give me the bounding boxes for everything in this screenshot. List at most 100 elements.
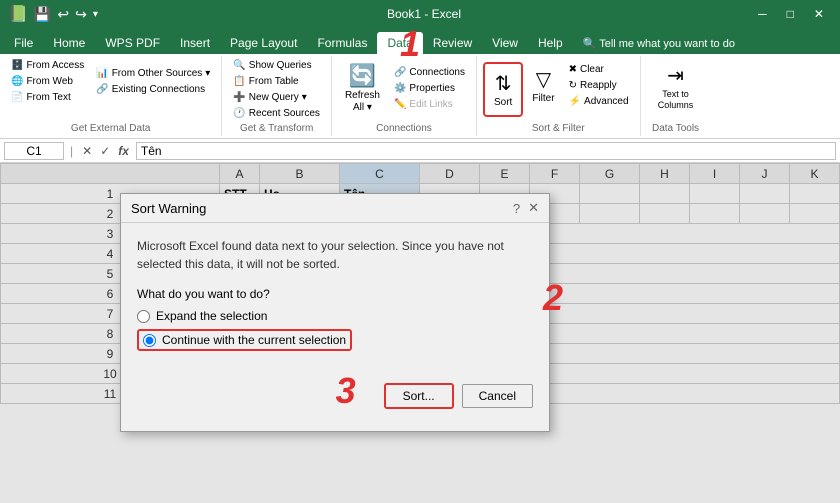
from-table-icon: 📋 [233,76,245,87]
ribbon-group-sort-filter: ⇅ Sort ▽ Filter ✖ Clear ↻ Reapply ⚡ [477,56,641,136]
edit-links-icon: ✏️ [394,99,406,110]
reapply-btn[interactable]: ↻ Reapply [564,78,634,93]
formula-icons: ✕ ✓ fx [79,143,132,159]
minimize-btn[interactable]: ─ [750,5,775,23]
from-web-btn[interactable]: 🌐 From Web [6,74,89,89]
new-query-dropdown: ▾ [302,92,307,103]
dialog-title-icons: ? ✕ [513,200,539,216]
ribbon-tabs: File Home WPS PDF Insert Page Layout For… [0,28,840,54]
continue-selection-radio[interactable] [143,334,156,347]
close-btn[interactable]: ✕ [806,5,832,23]
customize-icon[interactable]: ▾ [93,9,98,20]
ribbon-group-get-transform: 🔍 Show Queries 📋 From Table ➕ New Query … [222,56,332,136]
refresh-all-icon: 🔄 [349,63,376,89]
reapply-icon: ↻ [569,80,577,91]
tab-help[interactable]: Help [528,32,573,54]
cell-reference-input[interactable] [4,142,64,160]
existing-connections-icon: 🔗 [96,84,108,95]
dialog-title-bar: Sort Warning ? ✕ [121,194,549,223]
sort-btn[interactable]: ⇅ Sort [487,66,519,113]
tab-search[interactable]: 🔍 Tell me what you want to do [573,33,745,54]
data-tools-buttons: ⇥ Text to Columns [651,58,701,115]
tab-wps-pdf[interactable]: WPS PDF [95,32,170,54]
connections-buttons: 🔄 Refresh All ▾ 🔗 Connections ⚙️ Propert… [338,58,470,118]
get-transform-stack: 🔍 Show Queries 📋 From Table ➕ New Query … [228,58,325,121]
show-queries-btn[interactable]: 🔍 Show Queries [228,58,325,73]
get-transform-label: Get & Transform [240,121,313,134]
tab-file[interactable]: File [4,32,43,54]
from-other-icon: 📊 [96,68,108,79]
window-controls: ─ □ ✕ [750,5,832,23]
main-area: A B C D E F G H I J K 1 STT Họ [0,163,840,503]
confirm-formula-icon[interactable]: ✓ [97,143,113,159]
annotation-2: 2 [543,277,563,319]
title-bar: 📗 💾 ↩ ↪ ▾ Book1 - Excel ─ □ ✕ [0,0,840,28]
refresh-all-btn[interactable]: 🔄 Refresh All ▾ [338,58,387,118]
window-title: Book1 - Excel [387,7,461,21]
cancel-button[interactable]: Cancel [462,384,533,408]
dialog-body: Microsoft Excel found data next to your … [121,223,549,367]
text-to-columns-icon: ⇥ [667,63,684,88]
dialog-help-icon[interactable]: ? [513,201,520,216]
get-transform-buttons: 🔍 Show Queries 📋 From Table ➕ New Query … [228,58,325,121]
ribbon-group-external-data: 🗄️ From Access 🌐 From Web 📄 From Text 📊 … [0,56,222,136]
new-query-btn[interactable]: ➕ New Query ▾ [228,90,325,105]
advanced-btn[interactable]: ⚡ Advanced [564,94,634,109]
dialog-close-icon[interactable]: ✕ [528,200,539,216]
tab-formulas[interactable]: Formulas [307,32,377,54]
expand-selection-radio[interactable] [137,310,150,323]
connections-btn[interactable]: 🔗 Connections [389,65,470,80]
dialog-question: What do you want to do? [137,287,533,301]
text-to-columns-btn[interactable]: ⇥ Text to Columns [651,58,701,115]
external-data-stack: 🗄️ From Access 🌐 From Web 📄 From Text [6,58,89,105]
dialog-message: Microsoft Excel found data next to your … [137,237,533,273]
sort-filter-label: Sort & Filter [532,121,585,134]
tab-page-layout[interactable]: Page Layout [220,32,307,54]
tab-home[interactable]: Home [43,32,95,54]
recent-sources-icon: 🕐 [233,108,245,119]
edit-links-btn[interactable]: ✏️ Edit Links [389,97,470,112]
undo-icon[interactable]: ↩ [57,6,69,23]
tab-insert[interactable]: Insert [170,32,220,54]
tab-review[interactable]: Review [423,32,482,54]
tab-data[interactable]: Data [377,32,422,54]
clear-btn[interactable]: ✖ Clear [564,62,634,77]
continue-selection-option[interactable]: Continue with the current selection [137,329,352,351]
recent-sources-btn[interactable]: 🕐 Recent Sources [228,106,325,121]
clear-icon: ✖ [569,64,577,75]
external-data-stack2: 📊 From Other Sources ▾ 🔗 Existing Connec… [91,66,215,97]
from-access-btn[interactable]: 🗄️ From Access [6,58,89,73]
dialog-overlay: 1 Sort Warning ? ✕ Microsoft Excel found… [0,163,840,503]
sort-filter-buttons: ⇅ Sort ▽ Filter ✖ Clear ↻ Reapply ⚡ [483,58,634,117]
filter-btn[interactable]: ▽ Filter [525,62,561,109]
from-table-btn[interactable]: 📋 From Table [228,74,325,89]
save-icon[interactable]: 💾 [34,6,51,23]
expand-selection-option[interactable]: Expand the selection [137,309,533,323]
dialog-footer: 3 Sort... Cancel [121,367,549,431]
sort-highlight-box: ⇅ Sort [483,62,523,117]
from-text-btn[interactable]: 📄 From Text [6,90,89,105]
tab-view[interactable]: View [482,32,528,54]
expand-selection-label: Expand the selection [156,309,267,323]
formula-bar: | ✕ ✓ fx [0,139,840,163]
existing-connections-btn[interactable]: 🔗 Existing Connections [91,82,215,97]
ribbon-group-data-tools: ⇥ Text to Columns Data Tools [641,56,711,136]
title-bar-left: 📗 💾 ↩ ↪ ▾ [8,4,98,24]
insert-function-icon[interactable]: fx [115,143,132,159]
sort-button[interactable]: Sort... [384,383,454,409]
data-tools-label: Data Tools [652,121,699,134]
connections-icon: 🔗 [394,67,406,78]
cancel-formula-icon[interactable]: ✕ [79,143,95,159]
properties-btn[interactable]: ⚙️ Properties [389,81,470,96]
maximize-btn[interactable]: □ [779,5,802,23]
formula-input[interactable] [136,142,836,160]
advanced-icon: ⚡ [569,96,581,107]
new-query-icon: ➕ [233,92,245,103]
annotation-3: 3 [336,370,356,412]
sort-filter-stack: ✖ Clear ↻ Reapply ⚡ Advanced [564,62,634,109]
redo-icon[interactable]: ↪ [75,6,87,23]
from-other-btn[interactable]: 📊 From Other Sources ▾ [91,66,215,81]
external-data-label: Get External Data [71,121,150,134]
external-data-buttons: 🗄️ From Access 🌐 From Web 📄 From Text 📊 … [6,58,215,105]
sort-warning-dialog: Sort Warning ? ✕ Microsoft Excel found d… [120,193,550,432]
